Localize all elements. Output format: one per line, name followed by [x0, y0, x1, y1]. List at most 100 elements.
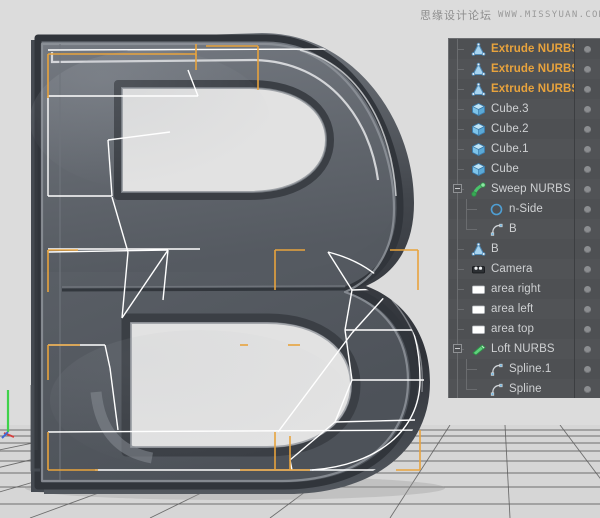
object-name-label[interactable]: Cube.1 [491, 139, 529, 159]
object-name-label[interactable]: Cube.3 [491, 99, 529, 119]
object-name-label[interactable]: n-Side [509, 199, 543, 219]
object-manager-row[interactable]: area left [449, 299, 600, 319]
extrude-nurbs-icon[interactable] [471, 42, 486, 57]
object-row-content: Spline.1 [449, 359, 574, 379]
object-manager-panel[interactable]: Extrude NURBS.1Extrude NURBS.1Extrude NU… [448, 38, 600, 398]
extrude-nurbs-icon[interactable] [471, 242, 486, 257]
object-name-label[interactable]: Extrude NURBS.1 [491, 39, 574, 59]
area-light-icon[interactable] [471, 322, 486, 337]
object-name-label[interactable]: area right [491, 279, 541, 299]
visibility-dot[interactable] [584, 306, 591, 313]
object-manager-row[interactable]: area right [449, 279, 600, 299]
object-manager-row[interactable]: Cube [449, 159, 600, 179]
object-name-label[interactable]: Loft NURBS [491, 339, 555, 359]
visibility-dot[interactable] [584, 106, 591, 113]
visibility-dot-cell[interactable] [574, 59, 600, 79]
visibility-dot[interactable] [584, 206, 591, 213]
cube-icon[interactable] [471, 162, 486, 177]
visibility-dot-cell[interactable] [574, 119, 600, 139]
visibility-dot-cell[interactable] [574, 79, 600, 99]
object-row-content: Camera [449, 259, 574, 279]
visibility-dot-cell[interactable] [574, 299, 600, 319]
visibility-dot[interactable] [584, 126, 591, 133]
visibility-dot[interactable] [584, 326, 591, 333]
visibility-dot[interactable] [584, 386, 591, 393]
object-manager-row[interactable]: Extrude NURBS.1 [449, 59, 600, 79]
object-row-content: Cube.2 [449, 119, 574, 139]
visibility-dot-cell[interactable] [574, 359, 600, 379]
object-name-label[interactable]: Cube [491, 159, 519, 179]
visibility-dot-cell[interactable] [574, 159, 600, 179]
object-manager-row[interactable]: area top [449, 319, 600, 339]
object-manager-row[interactable]: Cube.2 [449, 119, 600, 139]
visibility-dot-cell[interactable] [574, 319, 600, 339]
object-row-content: Cube.3 [449, 99, 574, 119]
cube-icon[interactable] [471, 102, 486, 117]
object-name-label[interactable]: Spline.1 [509, 359, 551, 379]
visibility-dot-cell[interactable] [574, 199, 600, 219]
visibility-dot-cell[interactable] [574, 99, 600, 119]
visibility-dot[interactable] [584, 66, 591, 73]
visibility-dot[interactable] [584, 186, 591, 193]
visibility-dot[interactable] [584, 46, 591, 53]
cube-icon[interactable] [471, 142, 486, 157]
visibility-dot-cell[interactable] [574, 39, 600, 59]
extrude-nurbs-icon[interactable] [471, 82, 486, 97]
expand-collapse-toggle[interactable] [453, 184, 462, 193]
object-row-content: area right [449, 279, 574, 299]
visibility-dot[interactable] [584, 226, 591, 233]
object-row-content: B [449, 239, 574, 259]
visibility-dot[interactable] [584, 346, 591, 353]
visibility-dot[interactable] [584, 166, 591, 173]
visibility-dot-cell[interactable] [574, 279, 600, 299]
spline-icon[interactable] [489, 222, 504, 237]
object-manager-row[interactable]: B [449, 219, 600, 239]
object-manager-row[interactable]: Cube.3 [449, 99, 600, 119]
object-row-content: Cube [449, 159, 574, 179]
object-name-label[interactable]: Cube.2 [491, 119, 529, 139]
object-name-label[interactable]: area left [491, 299, 533, 319]
object-manager-row[interactable]: Extrude NURBS.1 [449, 79, 600, 99]
n-side-icon[interactable] [489, 202, 504, 217]
object-manager-row[interactable]: Sweep NURBS [449, 179, 600, 199]
sweep-nurbs-icon[interactable] [471, 182, 486, 197]
object-name-label[interactable]: Extrude NURBS.1 [491, 59, 574, 79]
visibility-dot-cell[interactable] [574, 379, 600, 398]
area-light-icon[interactable] [471, 282, 486, 297]
visibility-dot-cell[interactable] [574, 219, 600, 239]
visibility-dot[interactable] [584, 266, 591, 273]
object-name-label[interactable]: Extrude NURBS.1 [491, 79, 574, 99]
visibility-dot[interactable] [584, 366, 591, 373]
object-manager-row[interactable]: Extrude NURBS.1 [449, 39, 600, 59]
visibility-dot[interactable] [584, 246, 591, 253]
visibility-dot[interactable] [584, 286, 591, 293]
object-manager-row[interactable]: Spline [449, 379, 600, 398]
spline-icon[interactable] [489, 362, 504, 377]
object-manager-row[interactable]: Spline.1 [449, 359, 600, 379]
object-manager-row[interactable]: Camera [449, 259, 600, 279]
visibility-dot-cell[interactable] [574, 179, 600, 199]
spline-icon[interactable] [489, 382, 504, 397]
visibility-dot-cell[interactable] [574, 239, 600, 259]
object-name-label[interactable]: B [491, 239, 499, 259]
loft-nurbs-icon[interactable] [471, 342, 486, 357]
visibility-dot[interactable] [584, 146, 591, 153]
object-manager-row[interactable]: Cube.1 [449, 139, 600, 159]
object-manager-row[interactable]: B [449, 239, 600, 259]
object-name-label[interactable]: B [509, 219, 517, 239]
area-light-icon[interactable] [471, 302, 486, 317]
visibility-dot-cell[interactable] [574, 259, 600, 279]
visibility-dot-cell[interactable] [574, 339, 600, 359]
object-manager-row[interactable]: Loft NURBS [449, 339, 600, 359]
expand-collapse-toggle[interactable] [453, 344, 462, 353]
object-name-label[interactable]: Sweep NURBS [491, 179, 571, 199]
object-name-label[interactable]: Camera [491, 259, 533, 279]
visibility-dot-cell[interactable] [574, 139, 600, 159]
cube-icon[interactable] [471, 122, 486, 137]
camera-icon[interactable] [471, 262, 486, 277]
object-name-label[interactable]: area top [491, 319, 534, 339]
visibility-dot[interactable] [584, 86, 591, 93]
object-manager-row[interactable]: n-Side [449, 199, 600, 219]
object-name-label[interactable]: Spline [509, 379, 542, 398]
extrude-nurbs-icon[interactable] [471, 62, 486, 77]
